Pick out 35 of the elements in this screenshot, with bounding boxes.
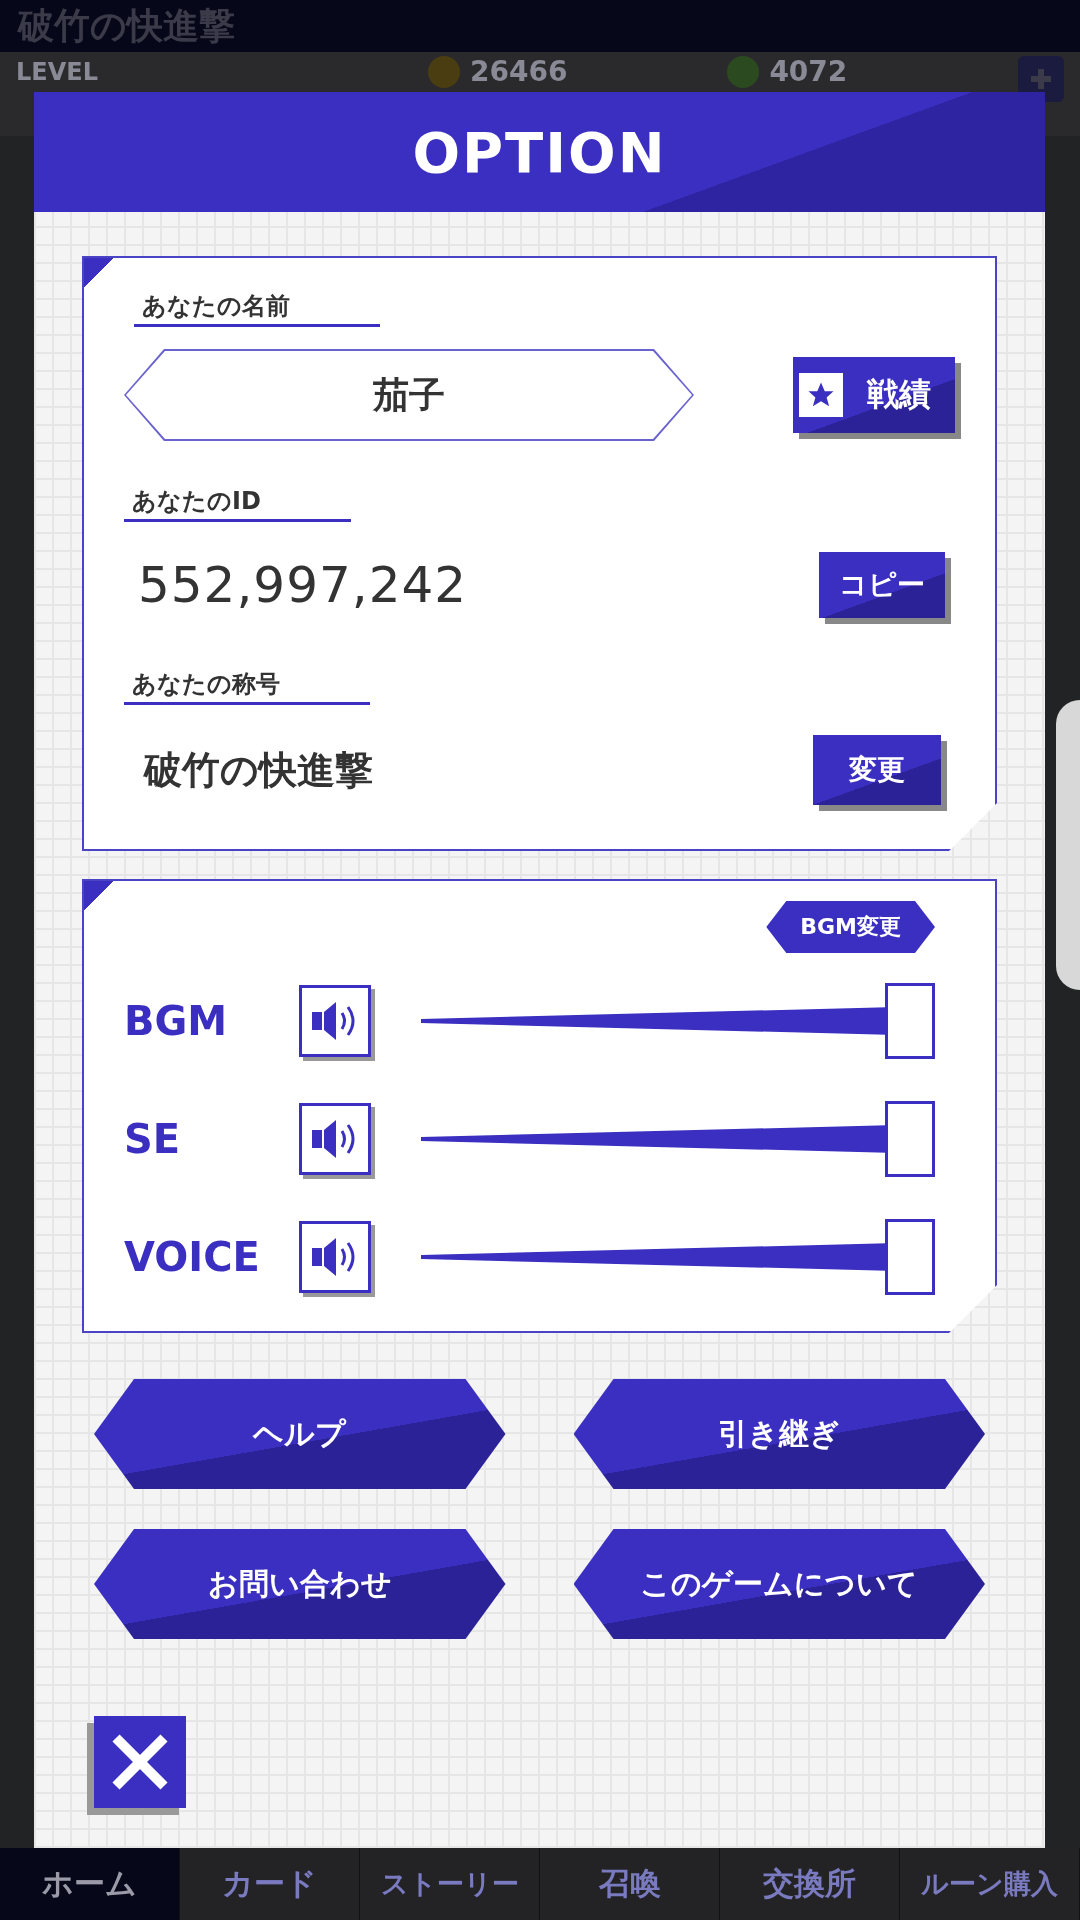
nav-tab[interactable]: カード <box>180 1848 360 1920</box>
volume-slider[interactable] <box>421 1219 935 1295</box>
slider-thumb[interactable] <box>885 1101 935 1177</box>
channel-name: BGM <box>124 998 229 1044</box>
gem-icon <box>727 56 760 88</box>
title-label: あなたの称号 <box>124 668 370 705</box>
bgm-change-button[interactable]: BGM変更 <box>766 901 935 953</box>
slider-thumb[interactable] <box>885 983 935 1059</box>
name-field[interactable]: 茄子 <box>124 349 694 441</box>
channel-name: VOICE <box>124 1234 261 1280</box>
menu-button[interactable]: お問い合わせ <box>94 1529 506 1639</box>
id-label: あなたのID <box>124 485 351 522</box>
nav-tab[interactable]: ホーム <box>0 1848 180 1920</box>
level-label: LEVEL <box>16 60 98 84</box>
menu-button[interactable]: ヘルプ <box>94 1379 506 1489</box>
coin-icon <box>427 56 460 88</box>
nav-tab[interactable]: ストーリー <box>360 1848 540 1920</box>
player-id: 552,997,242 <box>138 556 468 614</box>
name-label: あなたの名前 <box>134 290 380 327</box>
dialog-title: OPTION <box>412 119 667 185</box>
menu-button[interactable]: このゲームについて <box>573 1529 985 1639</box>
nav-tab[interactable]: ルーン購入 <box>900 1848 1080 1920</box>
slider-thumb[interactable] <box>885 1219 935 1295</box>
side-handle[interactable] <box>1056 700 1080 990</box>
close-icon <box>110 1732 170 1792</box>
coin-count: 26466 <box>469 58 568 86</box>
player-title: 破竹の快進撃 <box>144 746 373 794</box>
nav-tab[interactable]: 交換所 <box>720 1848 900 1920</box>
gem-count: 4072 <box>769 58 848 86</box>
menu-button[interactable]: 引き継ぎ <box>573 1379 985 1489</box>
volume-slider[interactable] <box>421 1101 935 1177</box>
volume-slider[interactable] <box>421 983 935 1059</box>
plus-icon <box>1029 67 1053 91</box>
nav-tab[interactable]: 召喚 <box>540 1848 720 1920</box>
channel-name: SE <box>124 1116 182 1162</box>
